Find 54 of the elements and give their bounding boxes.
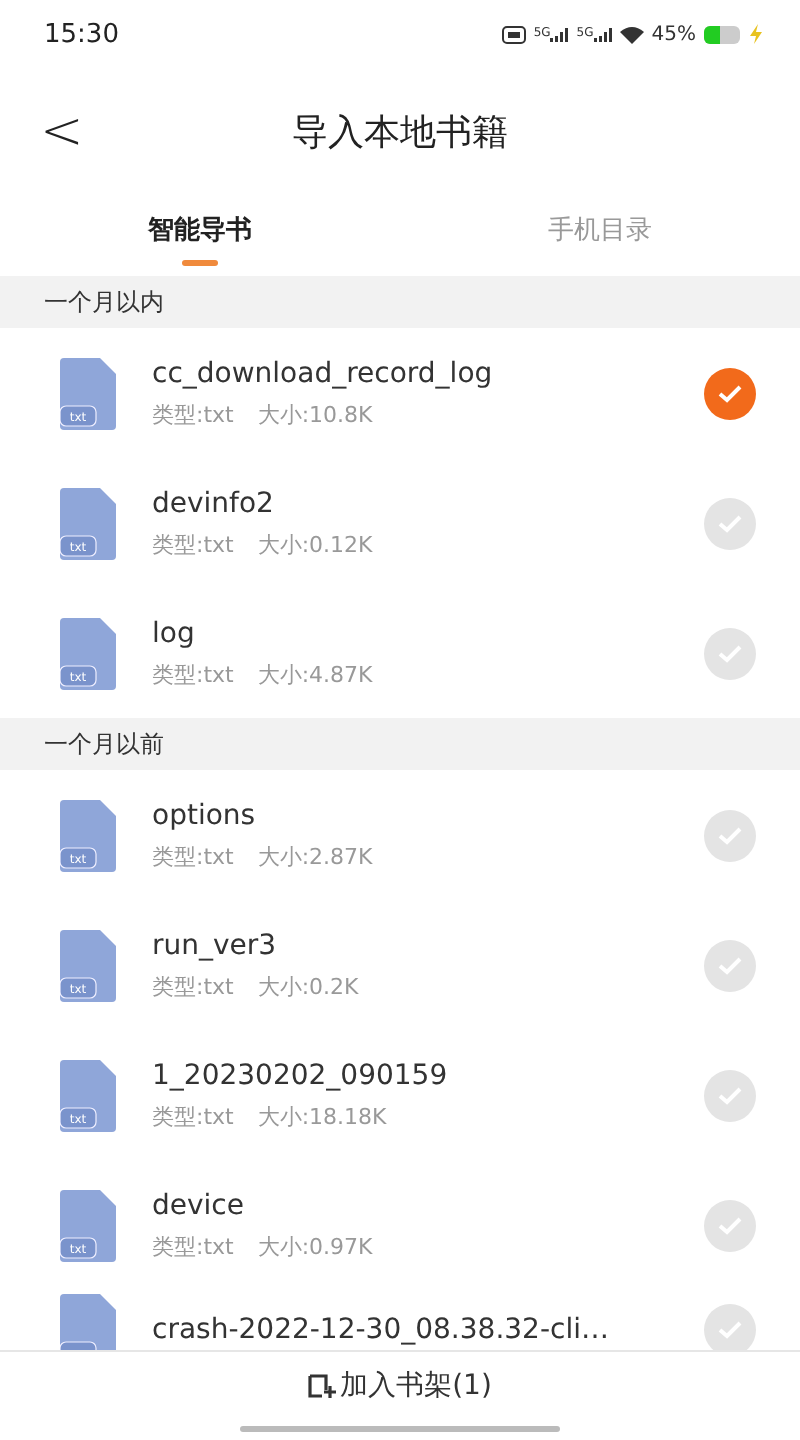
select-checkbox[interactable] [704,1304,756,1350]
wifi-icon [619,25,644,43]
file-type: 类型:txt [152,971,234,1001]
select-checkbox[interactable] [704,627,756,679]
file-type: 类型:txt [152,529,234,559]
select-checkbox[interactable] [704,367,756,419]
file-size: 大小:0.97K [257,1231,373,1261]
check-icon [718,1085,742,1105]
add-to-shelf-button[interactable]: 加入书架(1) [296,1352,504,1412]
file-name: run_ver3 [152,929,279,961]
check-icon [718,1215,742,1235]
select-checkbox[interactable] [704,1069,756,1121]
lightning-icon [748,24,764,44]
file-name: crash-2022-12-30_08.38.32-cli… [152,1314,611,1346]
select-checkbox[interactable] [704,809,756,861]
file-type: 类型:txt [152,659,234,689]
file-name: 1_20230202_090159 [152,1059,450,1091]
battery-percent: 45% [651,23,696,45]
file-size: 大小:0.2K [257,971,359,1001]
signal-icon [593,26,612,42]
check-icon [718,1320,742,1340]
file-name: cc_download_record_log [152,357,495,389]
time: 15:30 [44,19,119,49]
file-name: device [152,1189,246,1221]
file-name: devinfo2 [152,487,276,519]
tab[interactable]: 智能导书 [140,196,260,276]
select-checkbox[interactable] [704,497,756,549]
file-type: 类型:txt [152,841,234,871]
check-icon [718,643,742,663]
file-size: 大小:10.8K [257,399,373,429]
check-icon [718,383,742,403]
section-header: 一个月以前 [0,718,800,770]
check-icon [718,825,742,845]
file-name: options [152,799,258,831]
text-file-icon [60,1294,120,1350]
file-type: 类型:txt [152,1231,234,1261]
hd-icon [501,25,526,43]
file-size: 大小:0.12K [257,529,373,559]
file-type: 类型:txt [152,399,234,429]
battery-icon [704,25,740,43]
file-type: 类型:txt [152,1101,234,1131]
file-size: 大小:18.18K [257,1101,387,1131]
page-title: 导入本地书籍 [292,110,508,156]
select-checkbox[interactable] [704,939,756,991]
file-name: log [152,617,197,649]
select-checkbox[interactable] [704,1199,756,1251]
back-button[interactable]: < [28,98,96,166]
file-size: 大小:2.87K [257,841,373,871]
book-icon [308,1373,337,1399]
check-icon [718,955,742,975]
section-header: 一个月以内 [0,276,800,328]
check-icon [718,513,742,533]
signal-icon [550,26,569,42]
file-size: 大小:4.87K [257,659,373,689]
